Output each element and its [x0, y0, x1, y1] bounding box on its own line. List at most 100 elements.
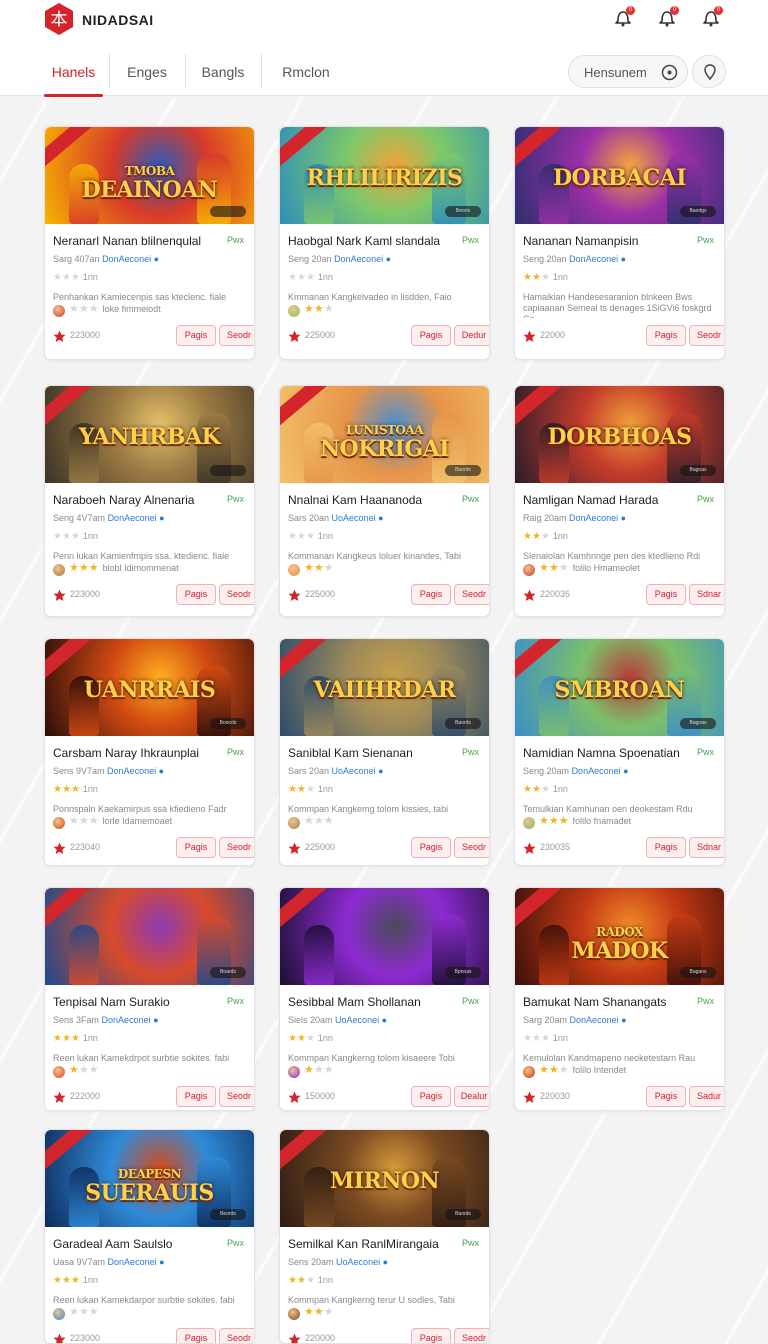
game-title[interactable]: Bamukat Nam Shanangats Pwx — [523, 995, 716, 1011]
game-card[interactable]: DEAPESN SUERAUIS Beords Garadeal Aam Saulsl… — [44, 1129, 255, 1344]
favorite-icon[interactable] — [53, 589, 66, 602]
developer-link[interactable]: DonAeconei — [108, 1257, 157, 1267]
game-title[interactable]: Garadeal Aam Saulslo Pwx — [53, 1237, 246, 1253]
game-card[interactable]: DORBACAI Baodgs Nananan Namanpisin Pwx Seng … — [514, 126, 725, 360]
reviewer-avatar[interactable] — [288, 1308, 300, 1320]
favorite-icon[interactable] — [288, 1091, 301, 1104]
favorite-icon[interactable] — [523, 330, 536, 343]
play-button[interactable]: Pagis — [646, 584, 686, 605]
play-button[interactable]: Pagis — [411, 1086, 451, 1107]
favorite-icon[interactable] — [53, 1333, 66, 1344]
game-thumbnail[interactable]: Boards — [45, 888, 254, 985]
game-card[interactable]: Boards Tenpisal Nam Surakio Pwx Sens 3Fam D… — [44, 887, 255, 1111]
game-thumbnail[interactable]: YANHRBAK — [45, 386, 254, 483]
play-button[interactable]: Pagis — [411, 584, 451, 605]
game-title-text[interactable]: Carsbam Naray Ihkraunplai — [53, 746, 199, 760]
game-card[interactable]: YANHRBAK Naraboeh Naray Alnenaria Pwx Seng … — [44, 385, 255, 617]
game-thumbnail[interactable]: LUNISTOAA NOKRIGAI Baords — [280, 386, 489, 483]
game-card[interactable]: DORBHOAS Bagoas Namligan Namad Harada Pwx Ra… — [514, 385, 725, 617]
game-title[interactable]: Saniblal Kam Sienanan Pwx — [288, 746, 481, 762]
favorite-icon[interactable] — [288, 1333, 301, 1344]
game-title-text[interactable]: Nnalnai Kam Haananoda — [288, 493, 422, 507]
game-title[interactable]: Semilkal Kan RanlMirangaia Pwx — [288, 1237, 481, 1253]
game-card[interactable]: VAIIHRDAR Baords Saniblal Kam Sienanan Pwx S… — [279, 638, 490, 866]
developer-link[interactable]: UoAeconei — [332, 513, 376, 523]
details-button[interactable]: Seodr — [219, 837, 254, 858]
favorite-icon[interactable] — [288, 330, 301, 343]
favorite-icon[interactable] — [53, 842, 66, 855]
game-title[interactable]: Nnalnai Kam Haananoda Pwx — [288, 493, 481, 509]
game-card[interactable]: RADOX MADOK Bagans Bamukat Nam Shanangats Pw… — [514, 887, 725, 1111]
game-card[interactable]: TMOBA DEAINOAN Neranarl Nanan blilnenqulal… — [44, 126, 255, 360]
details-button[interactable]: Seodr — [219, 584, 254, 605]
details-button[interactable]: Seodr — [454, 1328, 489, 1343]
developer-link[interactable]: UoAeconei — [332, 766, 376, 776]
game-card[interactable]: Bpnoas Sesibbal Mam Shollanan Pwx Siels 20a… — [279, 887, 490, 1111]
details-button[interactable]: Seodr — [219, 325, 254, 346]
play-button[interactable]: Pagis — [176, 1328, 216, 1343]
play-button[interactable]: Pagis — [646, 837, 686, 858]
developer-link[interactable]: DonAeconei — [108, 513, 157, 523]
reviewer-avatar[interactable] — [288, 305, 300, 317]
game-title[interactable]: Haobgal Nark Kaml slandala Pwx — [288, 234, 481, 250]
details-button[interactable]: Seodr — [454, 837, 489, 858]
reviewer-avatar[interactable] — [288, 564, 300, 576]
developer-link[interactable]: DonAeconei — [570, 1015, 619, 1025]
game-title-text[interactable]: Semilkal Kan RanlMirangaia — [288, 1237, 439, 1251]
reviewer-avatar[interactable] — [523, 817, 535, 829]
game-thumbnail[interactable]: RHLILIRIZIS Beorls — [280, 127, 489, 224]
reviewer-avatar[interactable] — [53, 305, 65, 317]
game-card[interactable]: RHLILIRIZIS Beorls Haobgal Nark Kaml sland… — [279, 126, 490, 360]
reviewer-avatar[interactable] — [53, 1066, 65, 1078]
developer-link[interactable]: UoAeconei — [335, 1015, 379, 1025]
game-title[interactable]: Neranarl Nanan blilnenqulal Pwx — [53, 234, 246, 250]
game-title-text[interactable]: Garadeal Aam Saulslo — [53, 1237, 172, 1251]
game-card[interactable]: MIRNON Baords Semilkal Kan RanlMirangaia Pw… — [279, 1129, 490, 1344]
game-thumbnail[interactable]: TMOBA DEAINOAN — [45, 127, 254, 224]
game-title-text[interactable]: Sesibbal Mam Shollanan — [288, 995, 421, 1009]
favorite-icon[interactable] — [288, 589, 301, 602]
game-title[interactable]: Namidian Namna Spoenatian Pwx — [523, 746, 716, 762]
game-card[interactable]: LUNISTOAA NOKRIGAI Baords Nnalnai Kam Haana… — [279, 385, 490, 617]
play-button[interactable]: Pagis — [646, 1086, 686, 1107]
game-title-text[interactable]: Namidian Namna Spoenatian — [523, 746, 680, 760]
reviewer-avatar[interactable] — [53, 1308, 65, 1320]
favorite-icon[interactable] — [288, 842, 301, 855]
developer-link[interactable]: DonAeconei — [572, 766, 621, 776]
game-thumbnail[interactable]: DORBHOAS Bagoas — [515, 386, 724, 483]
details-button[interactable]: Sadur — [689, 1086, 724, 1107]
game-thumbnail[interactable]: DEAPESN SUERAUIS Beords — [45, 1130, 254, 1227]
play-button[interactable]: Pagis — [176, 584, 216, 605]
details-button[interactable]: Sdnar — [689, 584, 724, 605]
developer-link[interactable]: DonAeconei — [569, 254, 618, 264]
game-thumbnail[interactable]: VAIIHRDAR Baords — [280, 639, 489, 736]
details-button[interactable]: Dedur — [454, 325, 489, 346]
favorite-icon[interactable] — [53, 1091, 66, 1104]
game-title[interactable]: Carsbam Naray Ihkraunplai Pwx — [53, 746, 246, 762]
game-title[interactable]: Naraboeh Naray Alnenaria Pwx — [53, 493, 246, 509]
play-button[interactable]: Pagis — [411, 325, 451, 346]
details-button[interactable]: Dealur — [454, 1086, 489, 1107]
reviewer-avatar[interactable] — [523, 564, 535, 576]
game-title[interactable]: Nananan Namanpisin Pwx — [523, 234, 716, 250]
play-button[interactable]: Pagis — [411, 1328, 451, 1343]
developer-link[interactable]: UoAeconei — [336, 1257, 380, 1267]
game-title-text[interactable]: Haobgal Nark Kaml slandala — [288, 234, 440, 248]
details-button[interactable]: Seodr — [219, 1328, 254, 1343]
game-title-text[interactable]: Nananan Namanpisin — [523, 234, 638, 248]
reviewer-avatar[interactable] — [288, 1066, 300, 1078]
game-thumbnail[interactable]: UANRRAIS Boocds — [45, 639, 254, 736]
details-button[interactable]: Seodr — [689, 325, 724, 346]
developer-link[interactable]: DonAeconei — [107, 766, 156, 776]
game-title[interactable]: Namligan Namad Harada Pwx — [523, 493, 716, 509]
game-title-text[interactable]: Naraboeh Naray Alnenaria — [53, 493, 194, 507]
details-button[interactable]: Seodr — [454, 584, 489, 605]
favorite-icon[interactable] — [523, 842, 536, 855]
play-button[interactable]: Pagis — [646, 325, 686, 346]
game-title-text[interactable]: Tenpisal Nam Surakio — [53, 995, 170, 1009]
play-button[interactable]: Pagis — [411, 837, 451, 858]
game-thumbnail[interactable]: RADOX MADOK Bagans — [515, 888, 724, 985]
game-title[interactable]: Sesibbal Mam Shollanan Pwx — [288, 995, 481, 1011]
developer-link[interactable]: DonAeconei — [334, 254, 383, 264]
favorite-icon[interactable] — [523, 589, 536, 602]
